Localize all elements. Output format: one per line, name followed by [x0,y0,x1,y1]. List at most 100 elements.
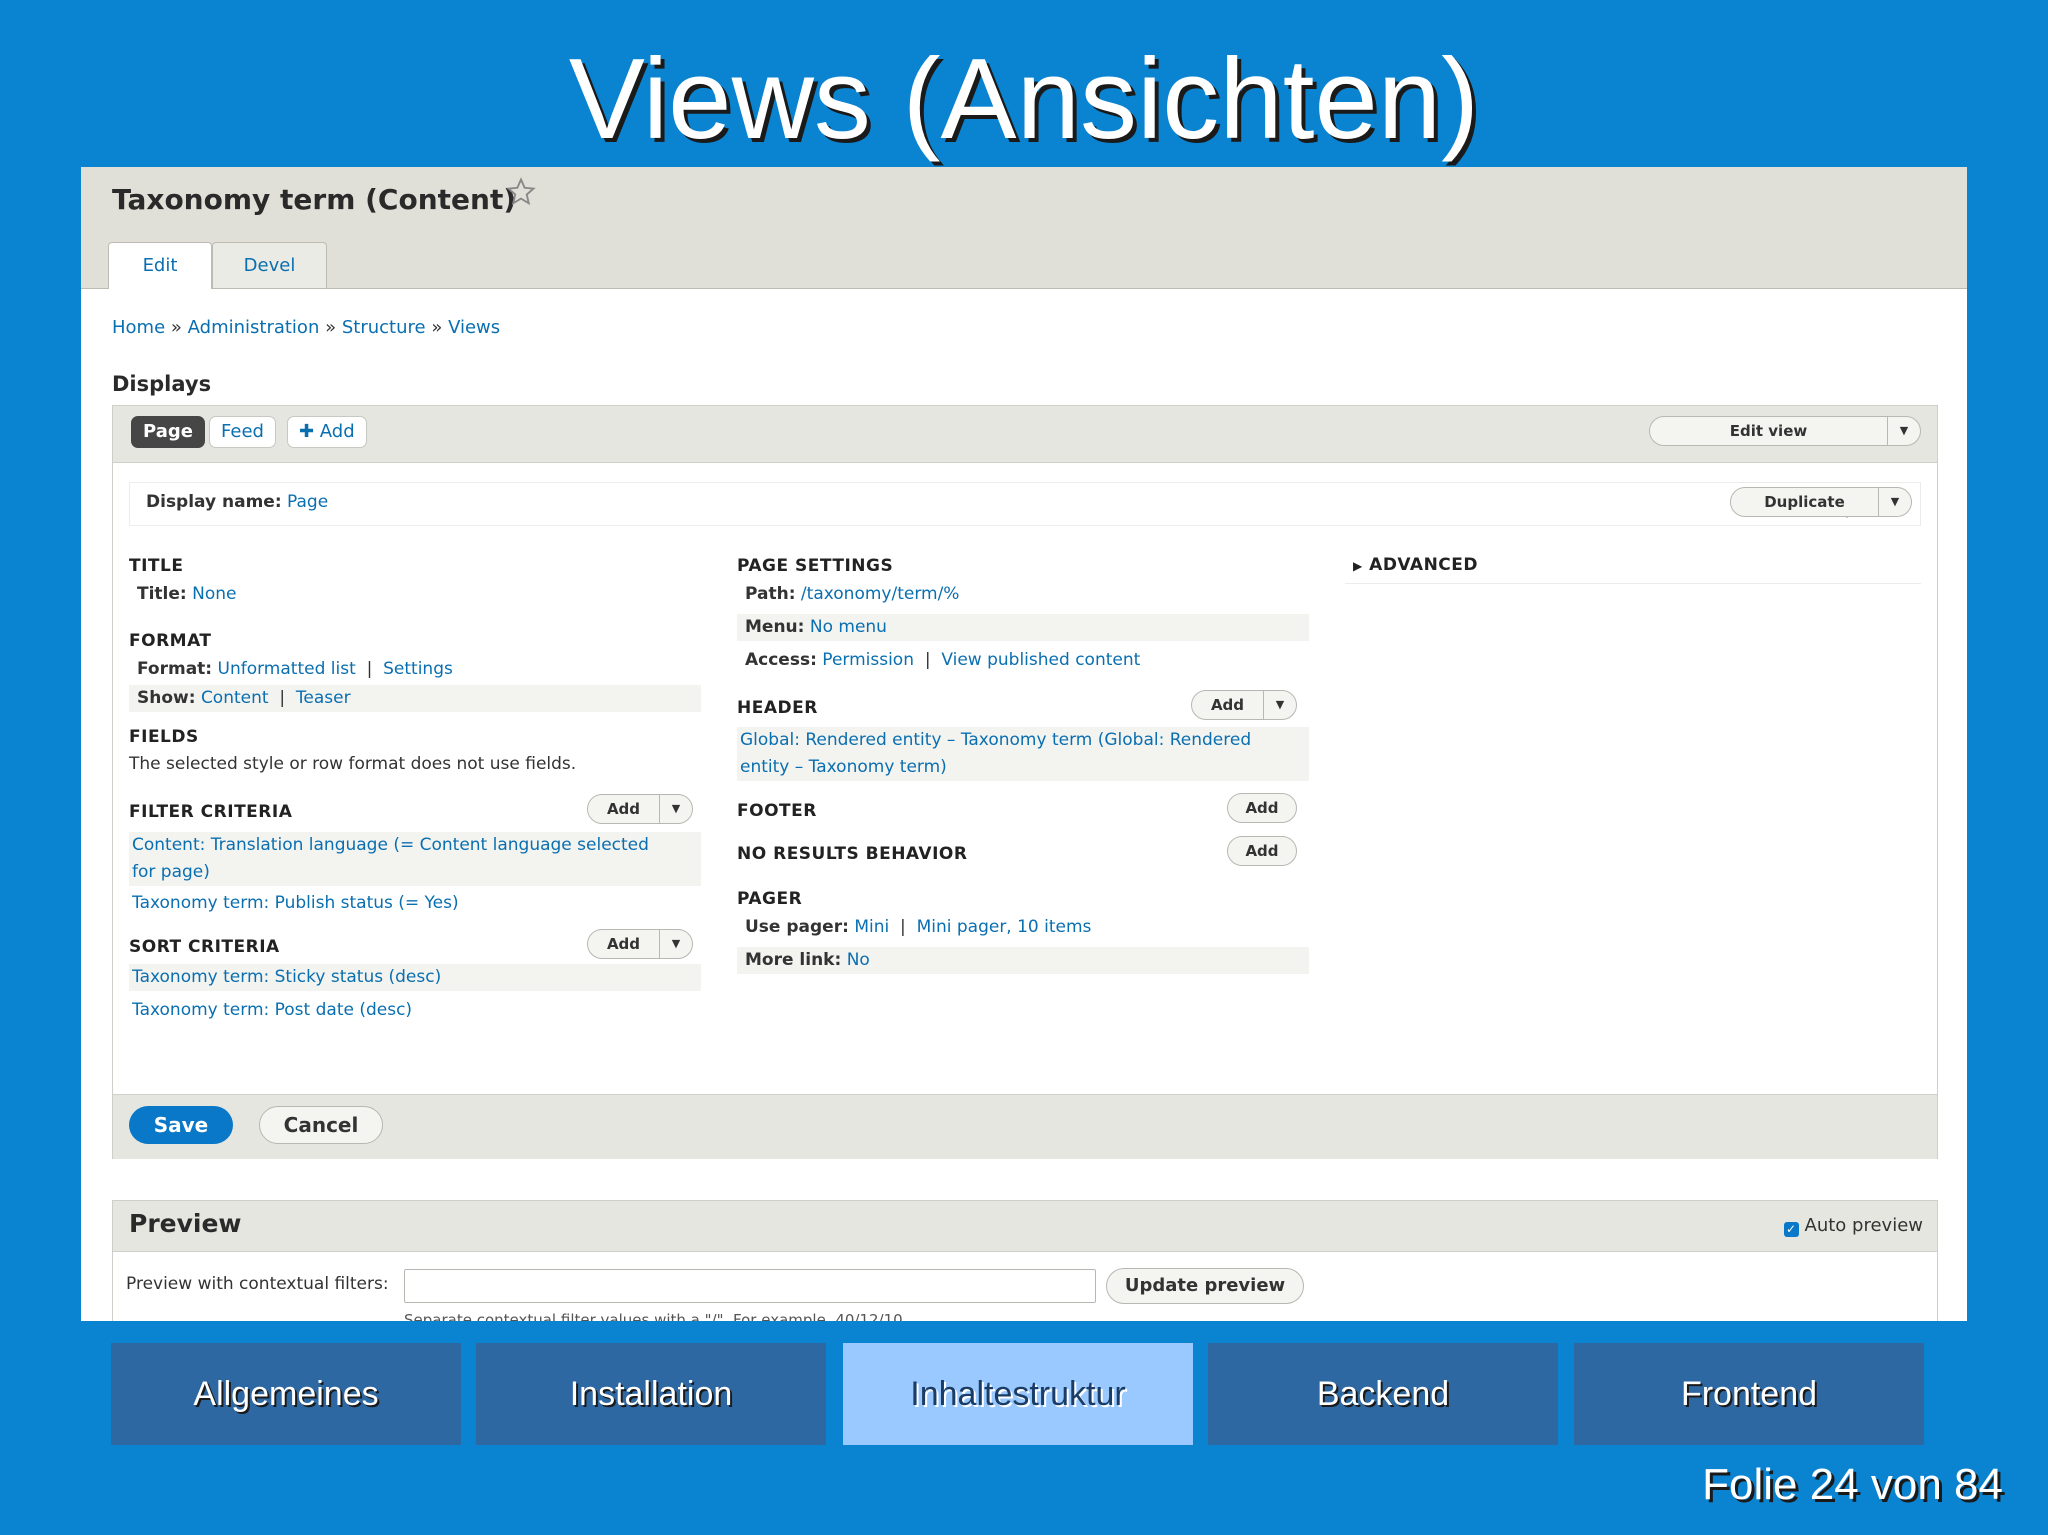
more-link-label: More link: [745,950,842,970]
breadcrumb-administration[interactable]: Administration [188,317,320,338]
sort-criteria-heading: SORT CRITERIA [129,937,280,957]
star-icon[interactable] [506,177,536,207]
header-add-button[interactable]: Add ▼ [1191,690,1297,720]
contextual-filters-label: Preview with contextual filters: [126,1274,389,1294]
breadcrumb-home[interactable]: Home [112,317,165,338]
filter-item: Taxonomy term: Publish status (= Yes) [132,890,459,917]
page-header: Taxonomy term (Content) Edit Devel [81,167,1967,289]
header-item: Global: Rendered entity – Taxonomy term … [737,727,1309,781]
format-value-link[interactable]: Unformatted list [218,659,356,679]
fields-section-heading: FIELDS [129,727,199,747]
displays-tab-bar: Page Feed ✚ Add Edit view name/descripti… [113,406,1937,463]
format-settings-link[interactable]: Settings [383,659,453,679]
breadcrumb-views[interactable]: Views [448,317,500,338]
header-section-heading: HEADER [737,698,818,718]
header-add-label[interactable]: Add [1192,691,1263,719]
filter-add-button[interactable]: Add ▼ [587,794,693,824]
fields-text: The selected style or row format does no… [129,754,577,774]
separator: | [924,650,931,670]
use-pager-label: Use pager: [745,917,849,937]
triangle-right-icon: ▶ [1353,559,1363,573]
breadcrumb-separator: » [431,317,443,338]
no-results-add-button[interactable]: Add [1227,836,1297,866]
filter-item-link[interactable]: Content: Translation language (= Content… [132,835,649,882]
title-label: Title: [137,584,187,604]
display-name: Display name: Page [146,492,328,512]
chevron-down-icon[interactable]: ▼ [1878,488,1911,516]
breadcrumb-structure[interactable]: Structure [342,317,426,338]
separator: | [900,917,906,937]
preview-header: Preview ✓ Auto preview [113,1201,1937,1252]
show-value-link[interactable]: Content [201,688,269,708]
nav-frontend[interactable]: Frontend [1574,1343,1924,1445]
nav-installation[interactable]: Installation [476,1343,826,1445]
edit-view-name-button[interactable]: Edit view name/description ▼ [1649,416,1921,446]
nav-allgemeines[interactable]: Allgemeines [111,1343,461,1445]
show-mode-link[interactable]: Teaser [296,688,351,708]
more-link-row: More link: No [737,947,1309,974]
chevron-down-icon[interactable]: ▼ [1263,691,1296,719]
action-bar: Save Cancel [113,1094,1937,1159]
show-row: Show: Content | Teaser [129,685,701,712]
sort-add-button[interactable]: Add ▼ [587,929,693,959]
edit-view-name-label[interactable]: Edit view name/description [1650,417,1887,445]
preview-title: Preview [129,1209,242,1238]
filter-criteria-heading: FILTER CRITERIA [129,802,293,822]
display-name-row: Display name: Page [129,482,1921,526]
sort-item: Taxonomy term: Post date (desc) [132,997,412,1024]
menu-row: Menu: No menu [737,614,1309,641]
tab-edit[interactable]: Edit [108,242,212,289]
nav-inhaltestruktur[interactable]: Inhaltestruktur [843,1343,1193,1445]
contextual-filters-input[interactable] [404,1269,1096,1303]
chevron-down-icon[interactable]: ▼ [659,930,692,958]
title-value-link[interactable]: None [192,584,236,604]
page-settings-heading: PAGE SETTINGS [737,556,894,576]
chevron-down-icon[interactable]: ▼ [1887,417,1920,445]
preview-panel: Preview ✓ Auto preview Preview with conte… [112,1200,1938,1321]
breadcrumb: Home » Administration » Structure » View… [112,313,500,343]
sort-item-link[interactable]: Taxonomy term: Post date (desc) [132,1000,412,1020]
nav-backend[interactable]: Backend [1208,1343,1558,1445]
display-tab-page[interactable]: Page [131,416,205,448]
update-preview-button[interactable]: Update preview [1106,1268,1304,1304]
access-label: Access: [745,650,817,670]
separator: | [366,659,373,679]
use-pager-detail-link[interactable]: Mini pager, 10 items [917,917,1092,937]
cancel-button[interactable]: Cancel [259,1106,383,1144]
access-value-link[interactable]: Permission [822,650,914,670]
column-basic: TITLE Title: None FORMAT Format: Unforma… [129,544,701,1044]
use-pager-value-link[interactable]: Mini [854,917,889,937]
title-section-heading: TITLE [129,556,184,576]
sort-add-label[interactable]: Add [588,930,659,958]
chevron-down-icon[interactable]: ▼ [659,795,692,823]
format-row: Format: Unformatted list | Settings [137,656,453,683]
duplicate-page-label[interactable]: Duplicate Page [1731,488,1878,516]
more-link-value-link[interactable]: No [847,950,870,970]
sort-item-link[interactable]: Taxonomy term: Sticky status (desc) [132,967,441,987]
access-detail-link[interactable]: View published content [941,650,1140,670]
contextual-filters-hint: Separate contextual filter values with a… [404,1311,908,1321]
format-section-heading: FORMAT [129,631,212,651]
display-tab-feed[interactable]: Feed [209,416,276,448]
path-row: Path: /taxonomy/term/% [745,581,959,608]
title-row: Title: None [137,581,236,608]
header-item-link[interactable]: Global: Rendered entity – Taxonomy term … [740,730,1251,777]
save-button[interactable]: Save [129,1106,233,1144]
filter-add-label[interactable]: Add [588,795,659,823]
menu-value-link[interactable]: No menu [810,617,887,637]
auto-preview-checkbox[interactable]: ✓ [1783,1222,1799,1237]
add-display-button[interactable]: ✚ Add [287,416,367,448]
duplicate-page-button[interactable]: Duplicate Page ▼ [1730,487,1912,517]
footer-add-button[interactable]: Add [1227,793,1297,823]
path-value-link[interactable]: /taxonomy/term/% [801,584,960,604]
tab-devel[interactable]: Devel [212,242,327,288]
display-name-value[interactable]: Page [287,492,328,512]
advanced-toggle[interactable]: ▶ ADVANCED [1353,555,1478,575]
slide-number: Folie 24 von 84 [1702,1460,2003,1509]
auto-preview-toggle[interactable]: ✓ Auto preview [1783,1215,1923,1237]
filter-item-link[interactable]: Taxonomy term: Publish status (= Yes) [132,893,459,913]
breadcrumb-separator: » [325,317,337,338]
footer-section-heading: FOOTER [737,801,817,821]
use-pager-row: Use pager: Mini | Mini pager, 10 items [745,914,1091,941]
filter-item: Content: Translation language (= Content… [129,832,701,886]
